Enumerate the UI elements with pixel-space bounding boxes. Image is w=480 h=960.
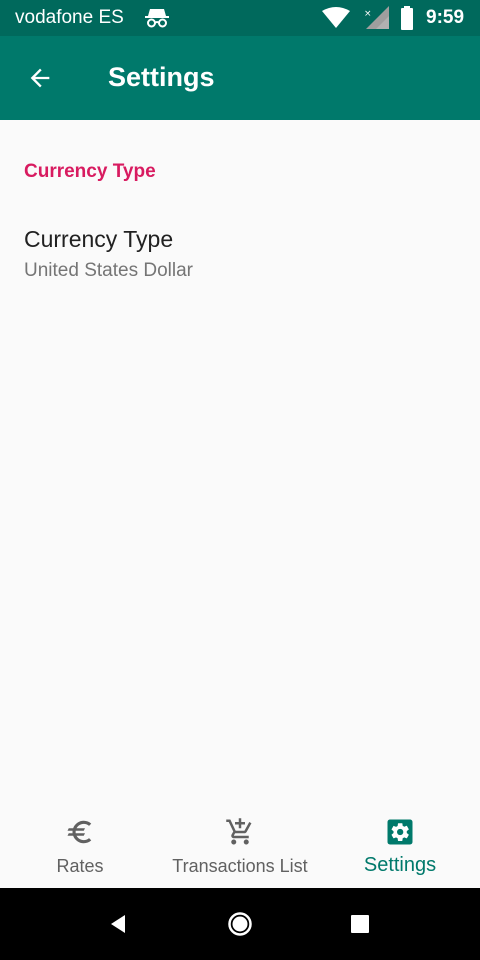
status-clock: 9:59 — [426, 7, 465, 28]
page-title: Settings — [108, 62, 215, 92]
system-navigation-bar — [0, 888, 480, 960]
euro-icon — [64, 816, 96, 848]
circle-home-icon — [228, 912, 252, 936]
status-bar: vodafone ES × 9:59 — [0, 0, 480, 36]
back-button[interactable] — [18, 56, 62, 100]
square-recents-icon — [351, 915, 369, 933]
currency-type-preference[interactable]: Currency Type United States Dollar — [0, 214, 480, 294]
nav-label-transactions-list: Transactions List — [172, 856, 308, 876]
svg-text:×: × — [364, 9, 372, 19]
preference-title: Currency Type — [24, 226, 174, 252]
settings-gear-icon — [384, 816, 416, 848]
bottom-navigation: Rates Transactions List Settings — [0, 810, 480, 888]
arrow-back-icon — [30, 68, 50, 88]
preference-summary: United States Dollar — [24, 260, 193, 281]
nav-label-rates: Rates — [56, 856, 104, 876]
wifi-icon — [322, 7, 350, 28]
preference-category-header: Currency Type — [24, 161, 156, 182]
incognito-icon — [145, 9, 169, 28]
system-back-button[interactable] — [100, 906, 136, 942]
nav-item-settings[interactable]: Settings — [320, 810, 480, 888]
cart-add-icon — [224, 816, 256, 848]
system-recents-button[interactable] — [342, 906, 378, 942]
signal-icon: × — [364, 6, 389, 29]
nav-label-settings: Settings — [363, 854, 437, 876]
battery-icon — [401, 6, 413, 30]
nav-item-rates[interactable]: Rates — [0, 810, 160, 888]
app-toolbar: Settings — [0, 36, 480, 120]
carrier-name: vodafone ES — [15, 7, 124, 28]
system-home-button[interactable] — [222, 906, 258, 942]
nav-item-transactions-list[interactable]: Transactions List — [160, 810, 320, 888]
settings-content: Currency Type Currency Type United State… — [0, 120, 480, 810]
triangle-back-icon — [111, 915, 125, 933]
